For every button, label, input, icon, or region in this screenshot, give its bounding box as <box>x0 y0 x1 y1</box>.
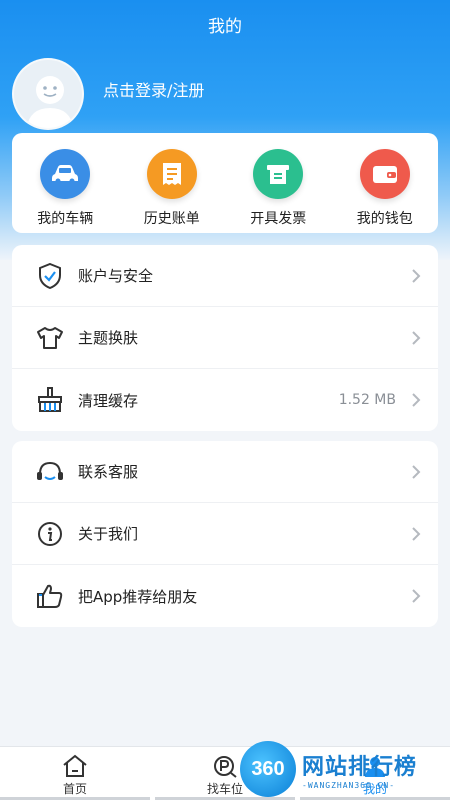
cache-size-value: 1.52 MB <box>338 392 396 408</box>
headset-icon <box>36 458 64 486</box>
login-register-link[interactable]: 点击登录/注册 <box>103 77 204 101</box>
quick-action-my-wallet[interactable]: 我的钱包 <box>332 133 439 233</box>
chevron-right-icon <box>412 589 421 603</box>
invoice-icon <box>253 149 304 199</box>
menu-item-label: 账户与安全 <box>78 267 154 285</box>
chevron-right-icon <box>412 464 421 479</box>
shield-icon <box>36 262 64 290</box>
parking-search-icon <box>214 756 237 778</box>
menu-item-about-us[interactable]: 关于我们 <box>12 503 438 565</box>
quick-action-my-vehicles[interactable]: 我的车辆 <box>12 133 119 233</box>
menu-item-recommend-app[interactable]: 把App推荐给朋友 <box>12 565 438 627</box>
tab-label: 首页 <box>62 782 87 796</box>
watermark-logo: 360 网站排行榜 -WANGZHAN360.CN- <box>240 738 450 800</box>
quick-action-bill-history[interactable]: 历史账单 <box>119 133 226 233</box>
chevron-right-icon <box>412 330 421 345</box>
watermark-name: 网站排行榜 <box>302 754 418 780</box>
chevron-right-icon <box>412 393 421 407</box>
car-icon <box>40 149 91 199</box>
menu-item-label: 关于我们 <box>78 525 139 543</box>
shirt-icon <box>36 324 64 352</box>
avatar[interactable] <box>12 58 84 130</box>
tab-home[interactable]: 首页 <box>0 747 150 800</box>
quick-action-label: 历史账单 <box>143 211 200 227</box>
menu-item-label: 主题换肤 <box>78 329 139 347</box>
watermark-badge: 360 <box>240 741 296 797</box>
chevron-right-icon <box>412 526 421 541</box>
menu-item-account-security[interactable]: 账户与安全 <box>12 245 438 307</box>
quick-actions-card: 我的车辆 历史账单 开具发票 我的钱包 <box>12 133 438 233</box>
menu-item-customer-service[interactable]: 联系客服 <box>12 441 438 503</box>
watermark-text: 网站排行榜 -WANGZHAN360.CN- <box>302 749 417 790</box>
broom-icon <box>36 386 64 414</box>
page-title: 我的 <box>208 17 242 37</box>
quick-action-label: 我的车辆 <box>37 211 94 227</box>
wallet-icon <box>359 149 410 199</box>
quick-action-label: 开具发票 <box>250 211 307 227</box>
info-icon <box>36 520 64 548</box>
menu-item-label: 把App推荐给朋友 <box>78 587 198 606</box>
quick-action-issue-invoice[interactable]: 开具发票 <box>225 133 332 233</box>
settings-list-1: 账户与安全 主题换肤 清理缓存 1.52 MB <box>12 245 438 431</box>
chevron-right-icon <box>412 268 421 283</box>
quick-action-label: 我的钱包 <box>356 211 413 227</box>
menu-item-label: 联系客服 <box>78 463 139 481</box>
home-icon <box>63 754 87 777</box>
menu-item-label: 清理缓存 <box>78 391 139 410</box>
menu-item-theme[interactable]: 主题换肤 <box>12 307 438 369</box>
menu-item-clear-cache[interactable]: 清理缓存 1.52 MB <box>12 369 438 431</box>
tab-label: 找车位 <box>206 782 243 796</box>
settings-list-2: 联系客服 关于我们 把App推荐给朋友 <box>12 441 438 627</box>
thumbs-up-icon <box>36 582 64 610</box>
watermark-url: -WANGZHAN360.CN- <box>302 780 396 790</box>
bill-icon <box>146 149 197 199</box>
